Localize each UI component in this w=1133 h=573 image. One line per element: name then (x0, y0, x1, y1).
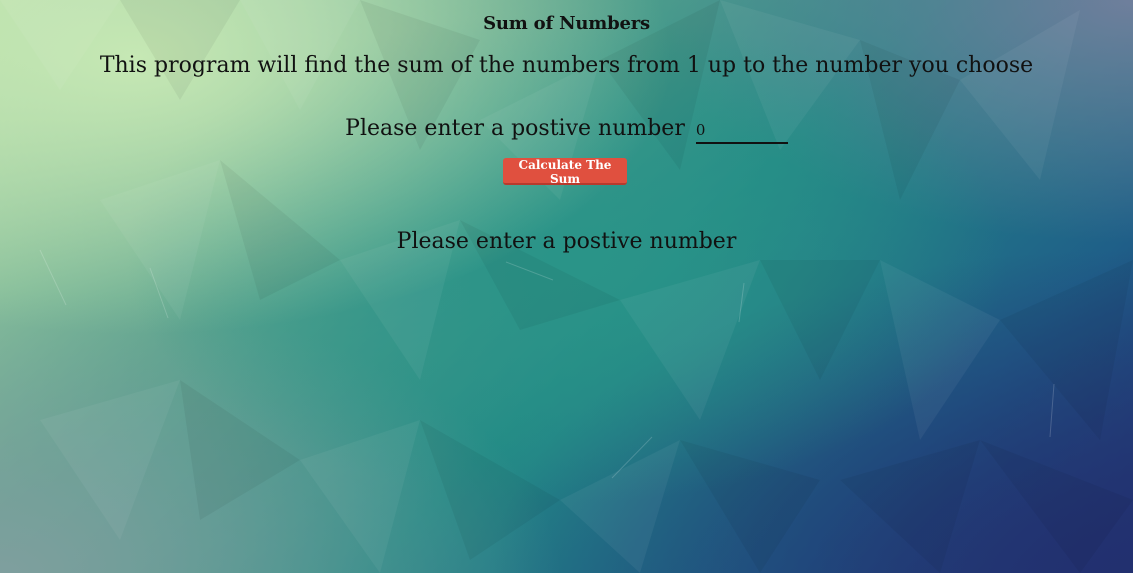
result-message: Please enter a postive number (396, 229, 737, 254)
calculate-sum-button[interactable]: Calculate The Sum (503, 158, 627, 186)
page-title: Sum of Numbers (483, 13, 650, 34)
page-description: This program will find the sum of the nu… (99, 53, 1034, 78)
number-prompt-row: Please enter a postive number (0, 116, 1133, 144)
number-prompt-label: Please enter a postive number (345, 116, 685, 141)
number-input[interactable] (695, 118, 788, 144)
low-poly-background (0, 0, 1133, 573)
